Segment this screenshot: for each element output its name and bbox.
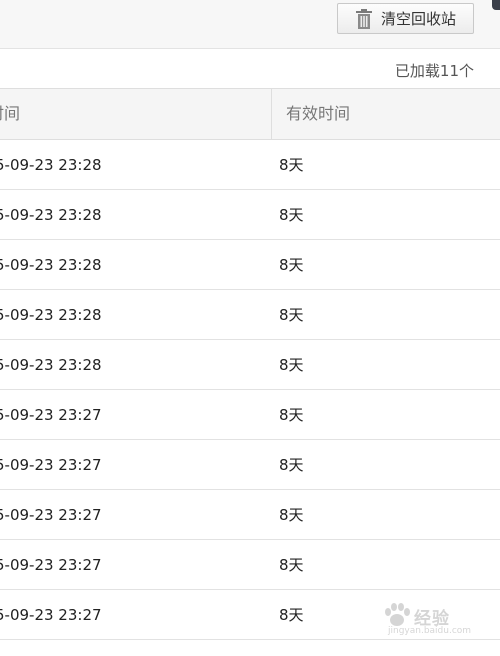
table-row[interactable]: 5-09-23 23:27 8天 xyxy=(0,440,500,490)
table-row[interactable]: 5-09-23 23:27 8天 xyxy=(0,540,500,590)
loaded-count: 已加载11个 xyxy=(394,62,474,80)
valid-time-cell: 8天 xyxy=(279,156,304,174)
deleted-time-cell: 5-09-23 23:28 xyxy=(0,306,102,324)
deleted-time-cell: 5-09-23 23:28 xyxy=(0,156,102,174)
column-header-deleted-time[interactable]: 时间 xyxy=(0,89,20,139)
valid-time-cell: 8天 xyxy=(279,356,304,374)
trash-icon xyxy=(353,8,375,30)
table-row[interactable]: 5-09-23 23:28 8天 xyxy=(0,190,500,240)
table-header: 时间 有效时间 xyxy=(0,88,500,140)
table-body: 5-09-23 23:28 8天 5-09-23 23:28 8天 5-09-2… xyxy=(0,140,500,640)
table-row[interactable]: 5-09-23 23:27 8天 xyxy=(0,590,500,640)
deleted-time-cell: 5-09-23 23:27 xyxy=(0,406,102,424)
valid-time-cell: 8天 xyxy=(279,306,304,324)
status-bar: 已加载11个 xyxy=(0,49,500,88)
valid-time-cell: 8天 xyxy=(279,206,304,224)
valid-time-cell: 8天 xyxy=(279,606,304,624)
valid-time-cell: 8天 xyxy=(279,456,304,474)
deleted-time-cell: 5-09-23 23:28 xyxy=(0,206,102,224)
deleted-time-cell: 5-09-23 23:28 xyxy=(0,256,102,274)
column-header-valid-time[interactable]: 有效时间 xyxy=(271,89,500,139)
recycle-bin-page: 清空回收站 已加载11个 时间 有效时间 5-09-23 23:28 8天 5-… xyxy=(0,0,500,656)
valid-time-cell: 8天 xyxy=(279,556,304,574)
table-row[interactable]: 5-09-23 23:28 8天 xyxy=(0,140,500,190)
deleted-time-cell: 5-09-23 23:27 xyxy=(0,506,102,524)
deleted-time-cell: 5-09-23 23:27 xyxy=(0,556,102,574)
deleted-time-cell: 5-09-23 23:27 xyxy=(0,606,102,624)
valid-time-cell: 8天 xyxy=(279,256,304,274)
clear-recycle-bin-button[interactable]: 清空回收站 xyxy=(337,3,474,34)
table-row[interactable]: 5-09-23 23:27 8天 xyxy=(0,390,500,440)
table-row[interactable]: 5-09-23 23:28 8天 xyxy=(0,290,500,340)
deleted-time-cell: 5-09-23 23:27 xyxy=(0,456,102,474)
valid-time-cell: 8天 xyxy=(279,406,304,424)
window-corner-button[interactable] xyxy=(492,0,500,10)
toolbar: 清空回收站 xyxy=(0,0,500,49)
table-row[interactable]: 5-09-23 23:28 8天 xyxy=(0,340,500,390)
table-row[interactable]: 5-09-23 23:28 8天 xyxy=(0,240,500,290)
deleted-time-cell: 5-09-23 23:28 xyxy=(0,356,102,374)
valid-time-cell: 8天 xyxy=(279,506,304,524)
table-row[interactable]: 5-09-23 23:27 8天 xyxy=(0,490,500,540)
clear-recycle-bin-label: 清空回收站 xyxy=(381,10,457,28)
